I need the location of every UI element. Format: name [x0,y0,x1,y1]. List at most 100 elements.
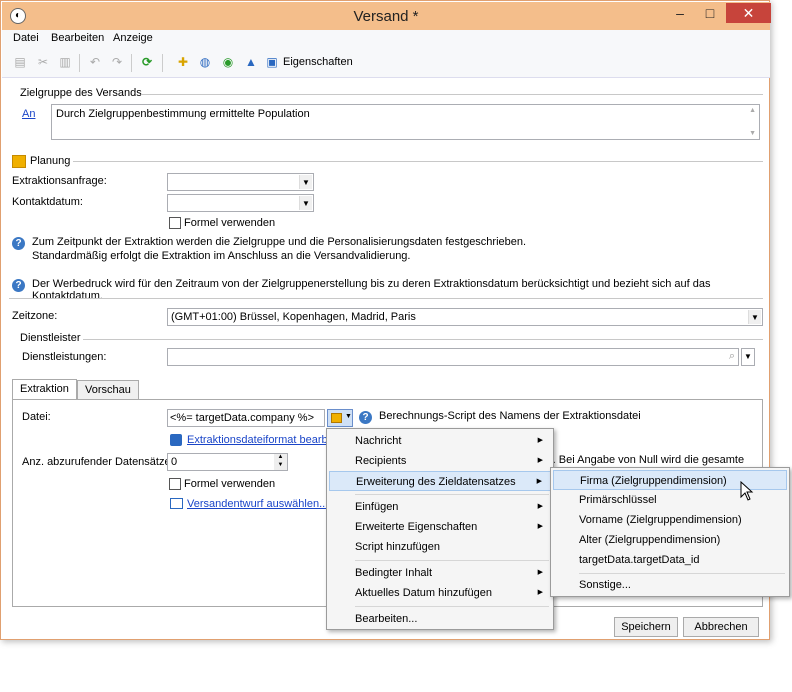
submenu-item-other[interactable]: Sonstige... [553,575,787,595]
menu-separator [355,560,549,561]
toolbar-separator [79,54,80,72]
submenu: Firma (Zielgruppendimension) Primärschlü… [550,467,790,597]
tab-vorschau[interactable]: Vorschau [77,380,139,400]
file-label: Datei: [22,411,51,423]
menu-item-add-date[interactable]: Aktuelles Datum hinzufügen ▶ [329,583,551,603]
contact-date-label: Kontaktdatum: [12,196,83,208]
extraction-date-select[interactable]: ▼ [167,173,314,191]
scroll-up-icon[interactable]: ▲ [749,107,756,114]
submenu-item-age[interactable]: Alter (Zielgruppendimension) [553,530,787,550]
menu-bar: Datei Bearbeiten Anzeige [2,30,770,48]
menu-item-einfuegen[interactable]: Einfügen ▶ [329,497,551,517]
chevron-right-icon: ▶ [537,503,543,510]
services-field[interactable]: ⌕ [167,348,739,366]
timezone-value: (GMT+01:00) Brüssel, Kopenhagen, Madrid,… [171,311,416,323]
timezone-select[interactable]: (GMT+01:00) Brüssel, Kopenhagen, Madrid,… [167,308,763,326]
window-title: Versand * [353,8,419,25]
undo-icon[interactable]: ↶ [88,55,102,69]
menu-datei[interactable]: Datei [13,32,39,44]
spin-up-icon[interactable]: ▲ [274,454,287,462]
mouse-cursor-icon [740,481,754,501]
refresh-icon[interactable]: ⟳ [140,55,154,69]
analyze-icon[interactable]: ◍ [198,55,212,69]
chevron-down-icon: ▼ [299,196,312,210]
title-bar: ◐ Versand * – □ ✕ [2,2,771,30]
menu-anzeige[interactable]: Anzeige [113,32,153,44]
menu-item-add-script[interactable]: Script hinzufügen [329,537,551,557]
gift-icon[interactable]: ✚ [176,55,190,69]
paste-icon[interactable]: ▥ [58,55,72,69]
insert-field-button[interactable]: ▼ [327,409,353,427]
delivery-draft-link[interactable]: Versandentwurf auswählen... [187,498,328,510]
extraction-date-label: Extraktionsanfrage: [12,175,107,187]
menu-item-target-extension[interactable]: Erweiterung des Zieldatensatzes ▶ [329,471,551,491]
divider [9,298,763,299]
record-count-field[interactable]: 0 ▲ ▼ [167,453,288,471]
submenu-item-target-id[interactable]: targetData.targetData_id [553,550,787,570]
chevron-right-icon: ▶ [537,569,543,576]
chevron-down-icon: ▼ [345,413,352,420]
file-format-link[interactable]: Extraktionsdateiformat bearbe [187,434,334,446]
submenu-item-firstname[interactable]: Vorname (Zielgruppendimension) [553,510,787,530]
extraction-info-line2: Standardmäßig erfolgt die Extraktion im … [32,250,411,262]
services-label: Dienstleistungen: [22,351,107,363]
chevron-down-icon: ▼ [299,175,312,189]
divider [141,94,763,95]
redo-icon[interactable]: ↷ [110,55,124,69]
mail-icon [170,498,183,509]
services-dropdown[interactable]: ▼ [741,348,755,366]
cancel-button[interactable]: Abbrechen [683,617,759,637]
scroll-down-icon[interactable]: ▼ [749,130,756,137]
divider [83,339,763,340]
minimize-button[interactable]: – [666,3,694,23]
spin-down-icon[interactable]: ▼ [274,462,287,470]
context-menu: Nachricht ▶ Recipients ▶ Erweiterung des Z… [326,428,554,630]
menu-item-label: Recipients [355,455,407,467]
proof-icon[interactable]: ◉ [221,55,235,69]
chevron-right-icon: ▶ [537,523,543,530]
menu-item-nachricht[interactable]: Nachricht ▶ [329,431,551,451]
chevron-right-icon: ▶ [537,437,543,444]
chevron-down-icon: ▼ [744,352,752,361]
record-count-info: ion. Bei Angabe von Null wird die gesamt… [538,454,745,466]
menu-bearbeiten[interactable]: Bearbeiten [51,32,104,44]
file-name-field[interactable]: <%= targetData.company %> [167,409,325,427]
menu-item-label: Bedingter Inhalt [355,567,433,579]
provider-title: Dienstleister [20,332,81,344]
tab-extraktion[interactable]: Extraktion [12,379,77,400]
search-icon[interactable]: ⌕ [729,350,735,363]
copy-icon[interactable]: ▤ [13,55,27,69]
toolbar: ▤ ✂ ▥ ↶ ↷ ⟳ ✚ ◍ ◉ ▲ ▣ Eigenschaften [2,48,770,78]
info-icon: ? [359,411,372,424]
target-population-field[interactable]: Durch Zielgruppenbestimmung ermittelte P… [51,104,760,140]
properties-button[interactable]: Eigenschaften [283,56,353,68]
calendar-icon [12,155,26,168]
menu-separator [355,494,549,495]
database-icon [170,434,182,446]
menu-item-label: Einfügen [355,501,399,513]
contact-date-select[interactable]: ▼ [167,194,314,212]
save-button[interactable]: Speichern [614,617,678,637]
toolbar-separator [162,54,163,72]
target-group-title: Zielgruppe des Versands [20,87,142,99]
menu-separator [579,573,785,574]
close-button[interactable]: ✕ [726,3,771,23]
use-formula-checkbox[interactable] [169,217,181,229]
maximize-button[interactable]: □ [696,3,724,23]
menu-item-advanced-properties[interactable]: Erweiterte Eigenschaften ▶ [329,517,551,537]
file-name-value: <%= targetData.company %> [170,412,314,424]
toolbar-separator [131,54,132,72]
chevron-down-icon: ▼ [748,310,761,324]
menu-item-edit[interactable]: Bearbeiten... [329,609,551,629]
menu-item-label: Nachricht [355,435,402,447]
menu-item-recipients[interactable]: Recipients ▶ [329,451,551,471]
chevron-right-icon: ▶ [536,478,542,485]
target-link[interactable]: An [22,108,35,120]
record-count-value: 0 [171,456,178,468]
send-icon[interactable]: ▲ [244,55,258,69]
menu-item-conditional-content[interactable]: Bedingter Inhalt ▶ [329,563,551,583]
menu-item-label: Erweiterte Eigenschaften [355,521,478,533]
properties-icon[interactable]: ▣ [265,55,279,69]
cut-icon[interactable]: ✂ [36,55,50,69]
count-formula-checkbox[interactable] [169,478,181,490]
